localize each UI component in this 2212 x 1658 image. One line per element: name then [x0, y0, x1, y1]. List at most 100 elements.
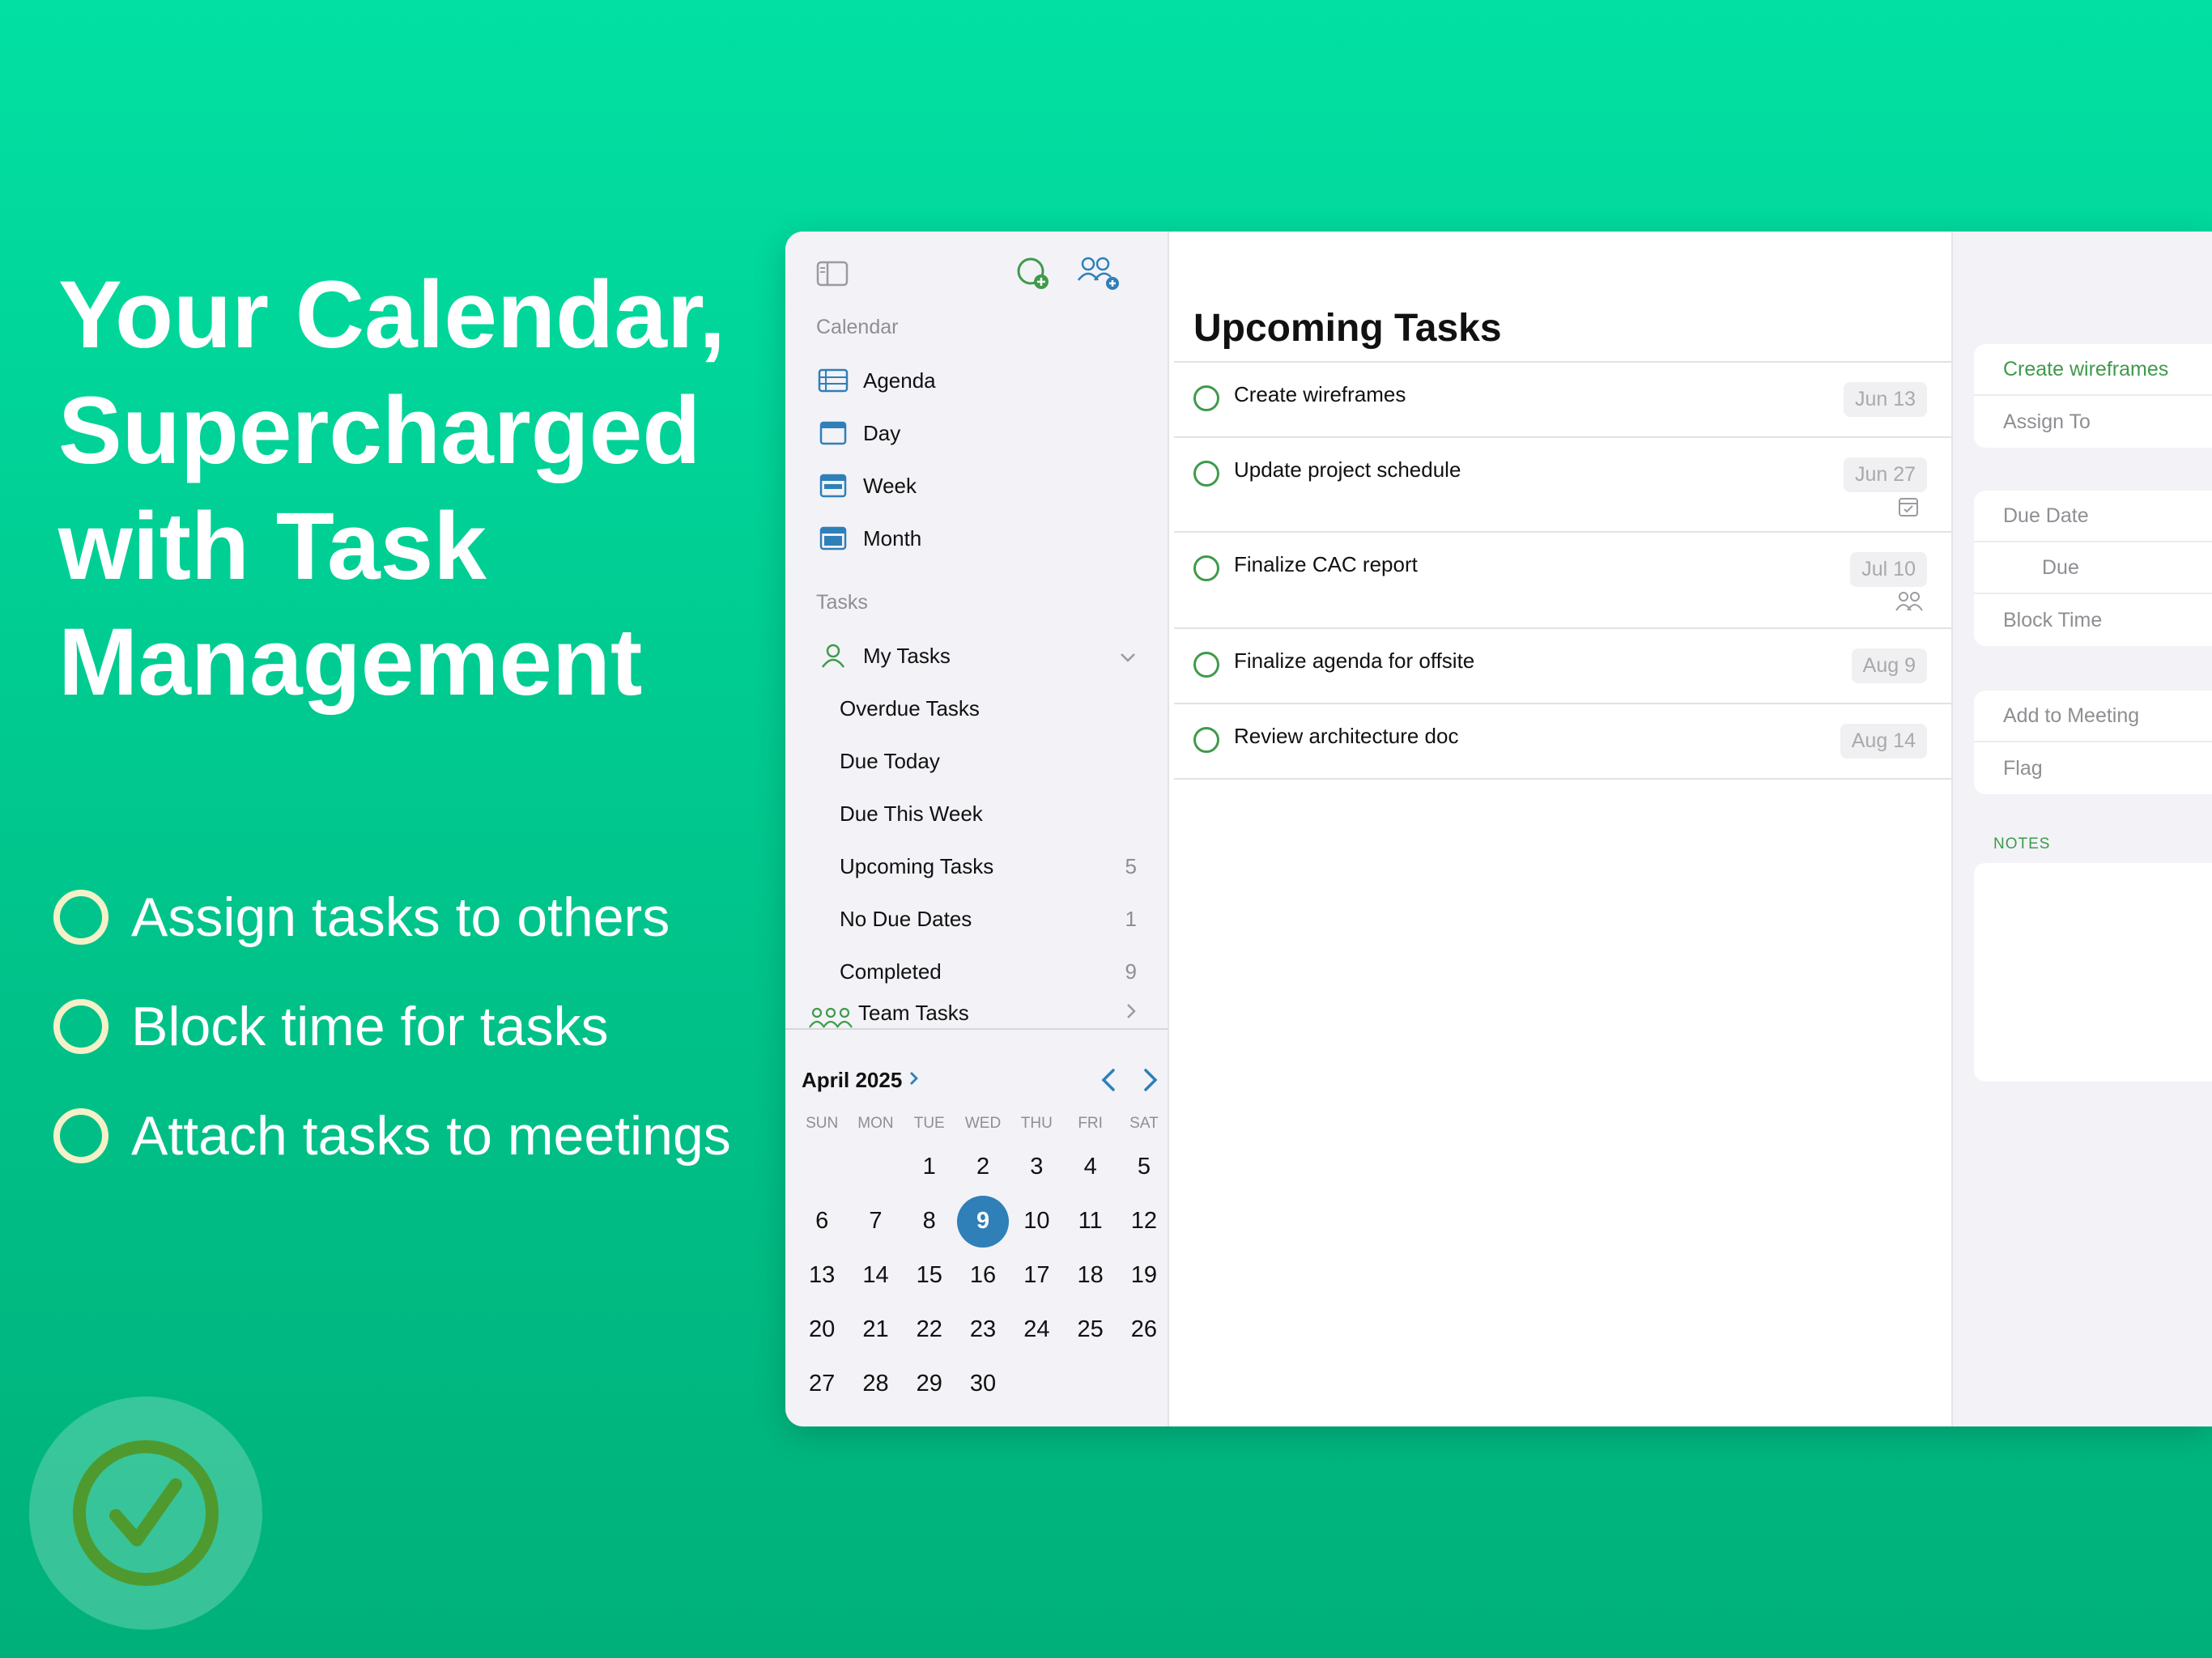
calendar-day[interactable]: 5 [1117, 1140, 1171, 1194]
flag-field[interactable]: Flag [1974, 742, 2212, 794]
calendar-day[interactable]: 17 [1010, 1248, 1063, 1303]
calendar-day[interactable]: 20 [795, 1303, 849, 1357]
calendar-day[interactable]: 13 [795, 1248, 849, 1303]
sidebar-item-week[interactable]: Week [816, 460, 1143, 512]
due-field[interactable]: Due [1974, 542, 2212, 594]
calendar-day[interactable]: 28 [849, 1357, 902, 1411]
calendar-day[interactable]: 14 [849, 1248, 902, 1303]
feature-list: Assign tasks to others Block time for ta… [53, 862, 731, 1190]
due-date-field[interactable]: Due Date [1974, 491, 2212, 542]
calendar-day[interactable]: 21 [849, 1303, 902, 1357]
next-month-icon[interactable] [1142, 1068, 1159, 1092]
chevron-down-icon[interactable] [1119, 644, 1143, 669]
month-label[interactable]: April 2025 [802, 1068, 902, 1093]
calendar-day[interactable]: 23 [956, 1303, 1010, 1357]
feature-text: Attach tasks to meetings [131, 1104, 731, 1167]
weekday-label: SAT [1129, 1115, 1159, 1132]
calendar-day[interactable]: 12 [1117, 1194, 1171, 1248]
people-icon [1895, 592, 1923, 611]
task-complete-checkbox[interactable] [1193, 461, 1219, 487]
add-to-meeting-field[interactable]: Add to Meeting [1974, 691, 2212, 742]
calendar-day[interactable]: 24 [1010, 1303, 1063, 1357]
sidebar-item-no-due-dates[interactable]: No Due Dates 1 [840, 893, 1143, 945]
calendar-day[interactable]: 7 [849, 1194, 902, 1248]
sidebar-item-label: Completed [840, 959, 942, 984]
calendar-day[interactable]: 27 [795, 1357, 849, 1411]
empty-day [795, 1140, 849, 1194]
team-icon [808, 1001, 853, 1030]
sidebar-item-label: Team Tasks [858, 1001, 969, 1025]
task-title-field[interactable]: Create wireframes [1974, 344, 2212, 396]
circle-icon [53, 1107, 108, 1163]
agenda-icon [816, 363, 850, 397]
sidebar-item-upcoming-tasks[interactable]: Upcoming Tasks 5 [840, 840, 1143, 892]
task-row[interactable]: Update project schedule Jun 27 [1174, 438, 1951, 533]
chevron-right-icon[interactable] [1125, 1001, 1143, 1026]
calendar-day[interactable]: 2 [956, 1140, 1010, 1194]
calendar-day[interactable]: 29 [903, 1357, 956, 1411]
sidebar-item-due-today[interactable]: Due Today [840, 735, 1143, 787]
calendar-grid: SUN MON TUE WED THU FRI SAT 1 2 3 4 5 6 7 8 9 10 11 12 13 1… [795, 1107, 1171, 1411]
calendar-day[interactable]: 15 [903, 1248, 956, 1303]
task-row[interactable]: Finalize CAC report Jul 10 [1174, 533, 1951, 629]
calendar-day[interactable]: 11 [1063, 1194, 1117, 1248]
calendar-day[interactable]: 18 [1063, 1248, 1117, 1303]
headline-line: Supercharged [58, 377, 701, 484]
task-complete-checkbox[interactable] [1193, 652, 1219, 678]
calendar-day[interactable]: 25 [1063, 1303, 1117, 1357]
sidebar-toggle-icon[interactable] [816, 261, 849, 287]
feature-item: Attach tasks to meetings [53, 1081, 731, 1190]
previous-month-icon[interactable] [1100, 1068, 1117, 1092]
calendar-day[interactable]: 4 [1063, 1140, 1117, 1194]
task-due-date: Aug 9 [1851, 648, 1927, 683]
notes-field[interactable] [1974, 863, 2212, 1082]
sidebar-item-my-tasks[interactable]: My Tasks [816, 630, 1143, 682]
chevron-right-icon[interactable] [908, 1067, 920, 1093]
sidebar-item-completed[interactable]: Completed 9 [840, 946, 1143, 997]
sidebar-item-due-this-week[interactable]: Due This Week [840, 788, 1143, 840]
sidebar-item-label: Due This Week [840, 801, 983, 826]
weekday-label: WED [964, 1115, 1002, 1132]
selected-day[interactable]: 9 [956, 1194, 1010, 1248]
sidebar-item-label: No Due Dates [840, 906, 972, 931]
calendar-day[interactable]: 19 [1117, 1248, 1171, 1303]
new-task-icon[interactable] [1015, 256, 1051, 291]
sidebar-item-team-tasks[interactable]: Team Tasks [808, 997, 1143, 1030]
calendar-day[interactable]: 26 [1117, 1303, 1171, 1357]
calendar-day[interactable]: 10 [1010, 1194, 1063, 1248]
sidebar-item-overdue-tasks[interactable]: Overdue Tasks [840, 682, 1143, 734]
task-complete-checkbox[interactable] [1193, 555, 1219, 581]
task-due-date: Jun 13 [1843, 382, 1927, 417]
sidebar-item-month[interactable]: Month [816, 512, 1143, 564]
calendar-day[interactable]: 22 [903, 1303, 956, 1357]
calendar-day[interactable]: 1 [903, 1140, 956, 1194]
weekday-label: MON [857, 1115, 894, 1132]
sidebar-item-label: Month [863, 525, 922, 551]
weekday-header: SUN MON TUE WED THU FRI SAT [795, 1107, 1171, 1140]
calendar-day[interactable]: 16 [956, 1248, 1010, 1303]
task-complete-checkbox[interactable] [1193, 385, 1219, 411]
day-icon [816, 416, 850, 450]
calendar-day[interactable]: 3 [1010, 1140, 1063, 1194]
block-time-field[interactable]: Block Time [1974, 594, 2212, 646]
due-date-card: Due Date Due Block Time [1974, 491, 2212, 646]
sidebar-item-day[interactable]: Day [816, 407, 1143, 459]
task-row[interactable]: Review architecture doc Aug 14 [1174, 704, 1951, 780]
task-row[interactable]: Finalize agenda for offsite Aug 9 [1174, 629, 1951, 704]
sidebar-toolbar [816, 256, 1143, 296]
tasks-section-header: Tasks [816, 591, 868, 614]
add-people-icon[interactable] [1077, 256, 1121, 291]
sidebar-item-agenda[interactable]: Agenda [816, 355, 1143, 406]
calendar-day[interactable]: 8 [903, 1194, 956, 1248]
task-list-panel: Upcoming Tasks Create wireframes Jun 13 … [1169, 232, 1953, 1426]
calendar-day[interactable]: 6 [795, 1194, 849, 1248]
calendar-day[interactable]: 30 [956, 1357, 1010, 1411]
assign-to-field[interactable]: Assign To [1974, 396, 2212, 448]
circle-icon [53, 998, 108, 1054]
task-row[interactable]: Create wireframes Jun 13 [1174, 363, 1951, 438]
sidebar-item-label: Due Today [840, 748, 940, 773]
task-complete-checkbox[interactable] [1193, 727, 1219, 753]
item-count: 9 [1125, 959, 1137, 984]
item-count: 1 [1125, 906, 1137, 931]
headline-line: with Task [58, 493, 487, 600]
